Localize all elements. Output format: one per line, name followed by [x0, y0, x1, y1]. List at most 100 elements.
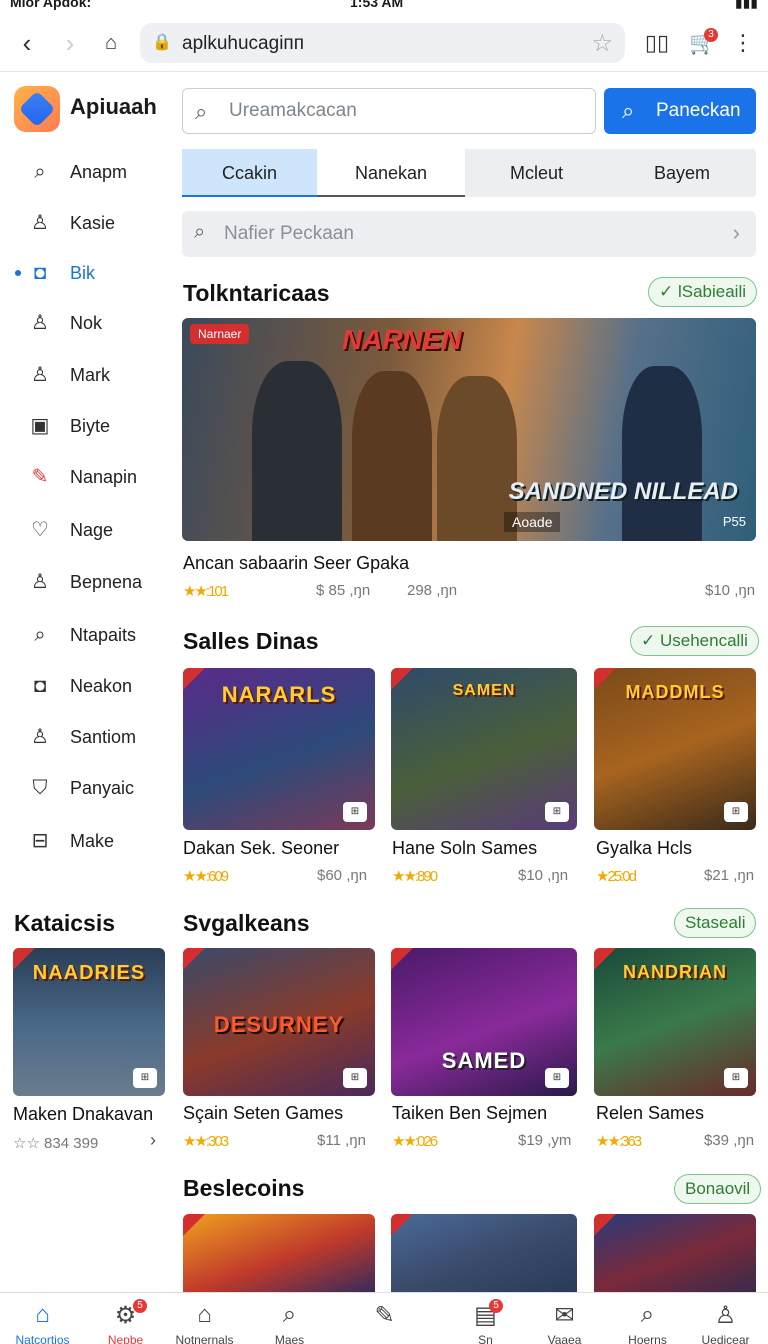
platform-label: Aoade — [504, 512, 561, 532]
game-card-image[interactable]: NAADRIES ⊞ — [13, 948, 165, 1096]
home-icon: ⌂ — [35, 1301, 50, 1328]
nav-home[interactable]: ⌂ Natcortios — [0, 1293, 85, 1344]
nav-sn[interactable]: ▤ 5 Sn — [443, 1293, 528, 1344]
game-card-image[interactable]: NANDRIAN ⊞ — [594, 948, 756, 1096]
more-icon[interactable]: ⋮ — [728, 28, 758, 58]
mail-icon: ✉ — [554, 1302, 575, 1329]
game-title[interactable]: Taiken Ben Sejmen — [392, 1103, 547, 1124]
game-price: $60 ,ŋn — [317, 867, 368, 884]
box-icon: ⊟ — [31, 830, 49, 852]
game-rating: ★★:609 — [183, 868, 229, 885]
sidebar-item-neakon[interactable]: ◘ Neakon — [0, 666, 170, 706]
forward-icon[interactable]: › — [55, 28, 85, 58]
sidebar-item-make[interactable]: ⊟ Make — [0, 821, 170, 861]
featured-banner[interactable]: Narnaer NARNEN SANDNED NILLEAD Aoade P55 — [182, 318, 756, 541]
featured-pill-button[interactable]: ✓ lSabieaili — [648, 277, 758, 307]
game-title[interactable]: Dakan Sek. Seoner — [183, 838, 339, 859]
sidebar-item-ntapaits[interactable]: ⌕ Ntapaits — [0, 615, 170, 655]
game-card-image[interactable] — [183, 1214, 375, 1292]
game-title[interactable]: Relen Sames — [596, 1103, 704, 1124]
game-card-image[interactable]: SAMEN ⊞ — [391, 668, 577, 830]
game-card-image[interactable]: NARARLS ⊞ — [183, 668, 375, 830]
notification-badge: 5 — [133, 1299, 147, 1313]
game-title[interactable]: Gyalka Hcls — [596, 838, 692, 859]
game-title[interactable]: Hane Soln Sames — [392, 838, 537, 859]
game-card-image[interactable]: DESURNEY ⊞ — [183, 948, 375, 1096]
game-card-image[interactable] — [594, 1214, 756, 1292]
game-title[interactable]: Maken Dnakavan — [13, 1104, 153, 1125]
address-bar[interactable]: 🔒 aplkuhucagiпп ☆ — [140, 23, 625, 63]
section-title-sales: Salles Dinas — [183, 628, 319, 654]
sidebar-item-kasie[interactable]: ♙ Kasie — [0, 203, 170, 243]
nav-vaaea[interactable]: ✉ Vaaea — [522, 1293, 607, 1344]
bookmark-star-icon[interactable]: ☆ — [591, 29, 613, 58]
featured-game-title[interactable]: Ancan sabaarin Seer Gpaka — [183, 553, 409, 574]
app-name: Apiuaah — [70, 94, 157, 119]
sidebar-item-nanapin[interactable]: ✎ Nanapin — [0, 457, 170, 497]
sidebar-item-santiom[interactable]: ♙ Santiom — [0, 717, 170, 757]
search-icon: ⌕ — [34, 624, 46, 646]
sidebar-item-mark[interactable]: ♙ Mark — [0, 355, 170, 395]
game-card-image[interactable]: MADDMLS ⊞ — [594, 668, 756, 830]
beslecoins-pill-button[interactable]: Bonaovil — [674, 1174, 762, 1204]
sidebar: Apiuaah ⌕ Anapm ♙ Kasie ◘ Bik ♙ Nok ♙ Ma… — [0, 76, 170, 1286]
section-title-featured: Tolkntaricaas — [183, 280, 330, 306]
search-icon: ⌕ — [622, 98, 635, 123]
house-icon: ⌂ — [197, 1301, 212, 1328]
tab-nanekan[interactable]: Nanekan — [317, 149, 465, 197]
sidebar-item-bepnena[interactable]: ♙ Bepnena — [0, 562, 170, 602]
sidebar-item-biyte[interactable]: ▣ Biyte — [0, 406, 170, 446]
heart-icon: ♡ — [31, 519, 49, 541]
tab-mcleut[interactable]: Mcleut — [465, 149, 608, 197]
filter-bar[interactable]: ⌕ Nafier Peckaan › — [182, 211, 756, 257]
search-input[interactable] — [229, 97, 579, 125]
nav-nepbe[interactable]: ⚙ 5 Nepbe — [83, 1293, 168, 1344]
bottom-navigation: ⌂ Natcortios ⚙ 5 Nepbe ⌂ Notnernals ⌕ Ma… — [0, 1292, 768, 1344]
featured-price-right: $10 ,ŋn — [705, 582, 756, 599]
chevron-right-icon[interactable]: › — [150, 1130, 156, 1151]
game-rating: ☆☆ 834 399 — [13, 1135, 99, 1152]
search-field[interactable]: ⌕ — [182, 88, 596, 134]
pencil-icon: ✎ — [31, 466, 49, 488]
game-price: $11 ,ŋn — [317, 1132, 366, 1149]
nav-hoerns[interactable]: ⌕ Hoerns — [605, 1293, 690, 1344]
tab-bayem[interactable]: Bayem — [608, 149, 756, 197]
sidebar-item-panyaic[interactable]: ⛉ Panyaic — [0, 768, 170, 808]
game-card-image[interactable]: SAMED ⊞ — [391, 948, 577, 1096]
banner-title: NARNEN — [342, 324, 462, 355]
frame-icon: ▣ — [30, 415, 50, 437]
game-price: $10 ,ŋn — [518, 867, 569, 884]
active-indicator — [15, 270, 21, 276]
sidebar-item-nage[interactable]: ♡ Nage — [0, 510, 170, 550]
svgalkeans-pill-button[interactable]: Staseali — [674, 908, 757, 938]
nav-maes[interactable]: ⌕ Maes — [247, 1293, 332, 1344]
status-bar: Mior Apdok: 1:53 AM ▮▮▮ — [0, 0, 768, 12]
cart-count-badge: 3 — [704, 28, 718, 42]
nav-edit[interactable]: ✎ — [342, 1293, 427, 1344]
user-icon: ♙ — [31, 212, 49, 234]
featured-price-alt: 298 ,ŋn — [407, 582, 458, 599]
sidebar-item-anapm[interactable]: ⌕ Anapm — [0, 152, 170, 192]
sales-pill-button[interactable]: ✓ Usehencalli — [630, 626, 759, 656]
sidebar-item-bik[interactable]: ◘ Bik — [0, 253, 170, 293]
inbox-icon: ▤ — [474, 1302, 497, 1329]
search-button[interactable]: ⌕ Paneckan — [604, 88, 756, 134]
nav-profile[interactable]: ♙ Uedicear — [683, 1293, 768, 1344]
bookmark-icon: ⛉ — [32, 777, 48, 799]
platform-icon: ⊞ — [545, 1068, 569, 1088]
game-title[interactable]: Sçain Seten Games — [183, 1103, 343, 1124]
tab-ccakin[interactable]: Ccakin — [182, 149, 317, 197]
game-price: $19 ,ym — [518, 1132, 572, 1149]
featured-price: $ 85 ,ŋn — [316, 582, 371, 599]
game-card-image[interactable] — [391, 1214, 577, 1292]
platform-icon: ⊞ — [724, 802, 748, 822]
featured-tag: Narnaer — [190, 324, 250, 344]
back-icon[interactable]: ‹ — [12, 28, 42, 58]
platform-icon: ⊞ — [133, 1068, 157, 1088]
ps-label: P55 — [722, 514, 746, 529]
nav-notnernals[interactable]: ⌂ Notnernals — [162, 1293, 247, 1344]
sidebar-item-nok[interactable]: ♙ Nok — [0, 303, 170, 343]
home-icon[interactable]: ⌂ — [96, 28, 126, 58]
platform-icon: ⊞ — [545, 802, 569, 822]
book-icon[interactable]: ▯▯ — [642, 28, 672, 58]
